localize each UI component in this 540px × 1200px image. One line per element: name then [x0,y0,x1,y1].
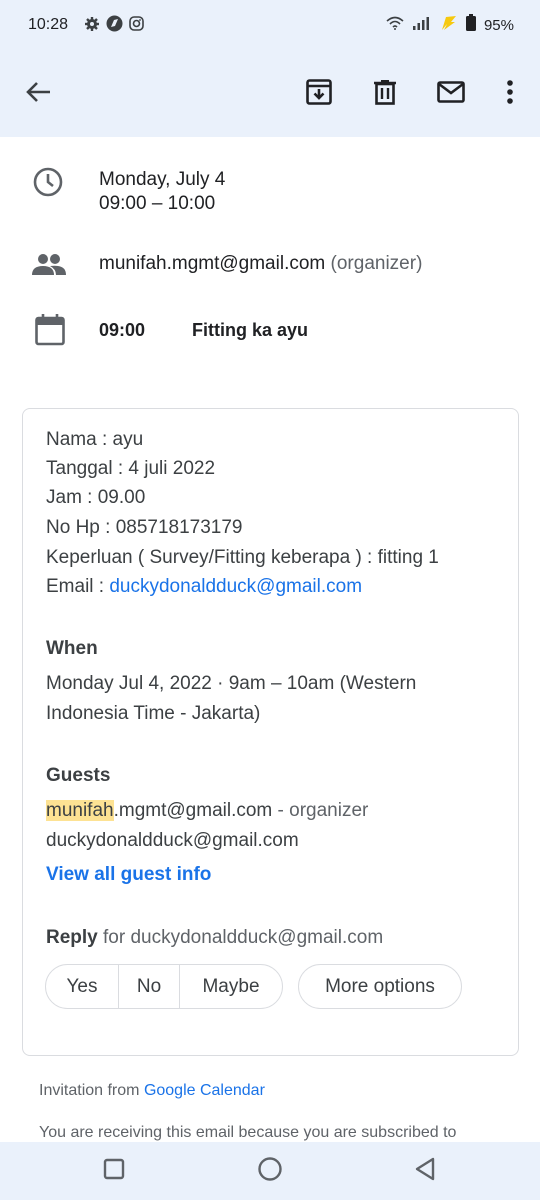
guest-organizer: munifah.mgmt@gmail.com - organizer [46,799,368,823]
body-jam: Jam : 09.00 [46,487,146,508]
calendar-event-time: 09:00 [99,320,146,340]
guest-2: duckydonaldduck@gmail.com [46,830,299,851]
body-email-line: Email : duckydonaldduck@gmail.com [46,575,362,599]
back-triangle-icon [414,1157,436,1186]
reply-for: for duckydonaldduck@gmail.com [97,927,384,948]
delete-button[interactable] [365,74,405,114]
home-button[interactable] [255,1156,285,1186]
more-vert-icon [506,79,514,109]
clock-icon [32,166,64,203]
organizer-email: munifah.mgmt@gmail.com [99,253,326,274]
back-nav-button[interactable] [410,1156,440,1186]
guest-email-rest: .mgmt@gmail.com [113,800,273,821]
when-line-1: Monday Jul 4, 2022 · 9am – 10am (Western [46,673,417,694]
gear-icon [84,16,100,37]
view-all-guests-link[interactable]: View all guest info [46,863,211,887]
recents-square-icon [103,1158,125,1185]
guest-role: - organizer [272,800,369,821]
organizer-role: (organizer) [330,253,423,274]
more-options-menu-button[interactable] [490,74,530,114]
when-heading: When [46,638,98,659]
subscribed-notice: You are receiving this email because you… [39,1124,457,1141]
status-time: 10:28 [28,16,69,33]
rsvp-maybe-button[interactable]: Maybe [180,965,282,1008]
mark-unread-button[interactable] [431,74,471,114]
invitation-prefix: Invitation from [39,1082,144,1099]
invitation-footer: Invitation from Google Calendar [39,1081,265,1101]
lightning-icon [438,15,458,36]
invitation-card: Nama : ayu Tanggal : 4 juli 2022 Jam : 0… [22,408,519,1056]
mail-icon [437,80,465,108]
guest-highlight: munifah [46,800,114,821]
people-icon [32,252,66,281]
body-email-link[interactable]: duckydonaldduck@gmail.com [109,576,362,597]
delete-icon [373,79,397,110]
reply-label: Reply [46,927,98,948]
rsvp-more-options-button[interactable]: More options [298,964,462,1009]
back-button[interactable] [18,74,58,114]
recents-button[interactable] [99,1156,129,1186]
system-nav-bar [0,1142,540,1200]
calendar-event-title: Fitting ka ayu [192,320,309,340]
wifi-icon [386,16,404,35]
battery-percent: 95% [483,16,514,34]
rsvp-yes-button[interactable]: Yes [46,965,119,1008]
body-no-hp: No Hp : 085718173179 [46,517,243,538]
when-line-2: Indonesia Time - Jakarta) [46,703,261,724]
event-time-range: 09:00 – 10:00 [99,193,216,214]
event-date: Monday, July 4 [99,169,226,190]
rsvp-button-group: Yes No Maybe [45,964,283,1009]
calendar-icon [35,314,65,351]
back-arrow-icon [25,81,51,108]
reply-line: Reply for duckydonaldduck@gmail.com [46,926,383,950]
archive-button[interactable] [299,74,339,114]
body-email-label: Email : [46,576,110,597]
google-calendar-link[interactable]: Google Calendar [144,1082,265,1099]
body-keperluan: Keperluan ( Survey/Fitting keberapa ) : … [46,547,439,568]
body-nama: Nama : ayu [46,429,144,450]
status-bar: 10:28 95% [0,0,540,50]
location-icon [106,15,123,37]
body-tanggal: Tanggal : 4 juli 2022 [46,458,216,479]
instagram-icon [129,16,144,36]
battery-icon [465,14,476,36]
rsvp-no-button[interactable]: No [119,965,180,1008]
home-circle-icon [257,1156,283,1187]
guests-heading: Guests [46,765,111,786]
archive-icon [306,78,332,110]
toolbar [0,50,540,137]
signal-icon [412,16,430,35]
